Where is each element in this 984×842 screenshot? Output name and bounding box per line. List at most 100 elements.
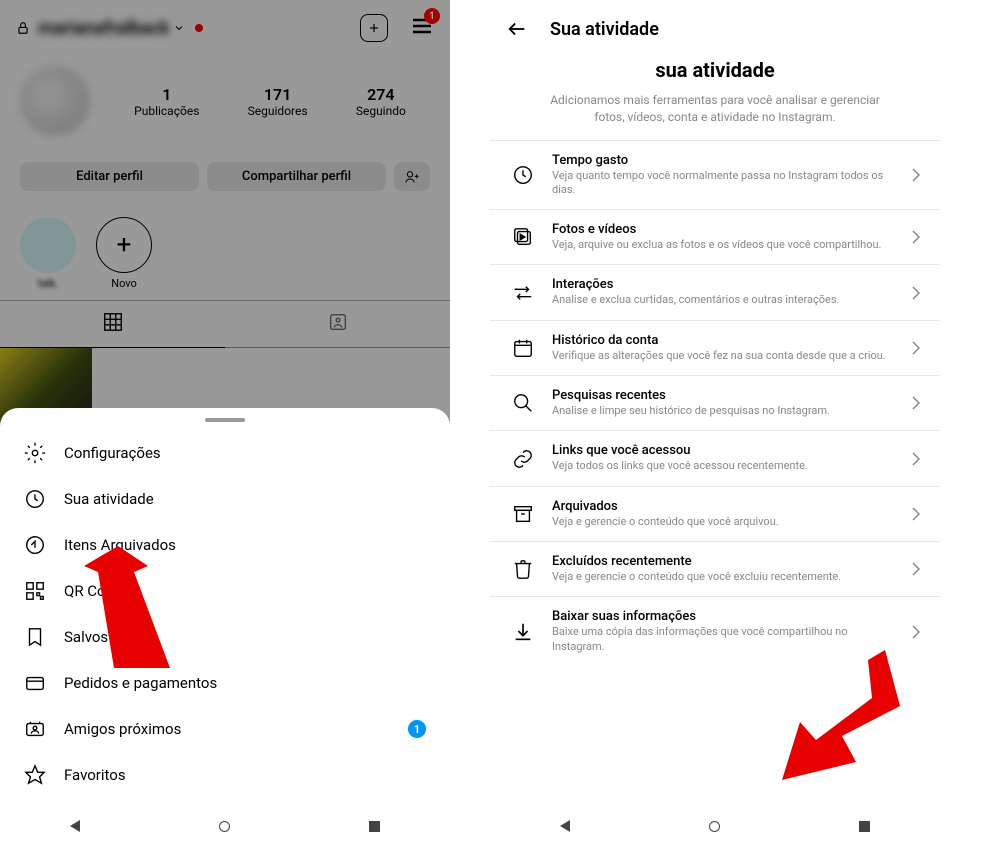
stat-posts[interactable]: 1Publicações bbox=[134, 85, 199, 118]
search-icon bbox=[510, 390, 536, 416]
sheet-item-amigos-próximos[interactable]: Amigos próximos 1 bbox=[0, 706, 450, 752]
activity-subtitle: Veja e gerencie o conteúdo que você arqu… bbox=[552, 515, 896, 529]
activity-item-fotos-e-vídeos[interactable]: Fotos e vídeosVeja, arquive ou exclua as… bbox=[490, 209, 940, 264]
activity-subtitle: Analise e limpe seu histórico de pesquis… bbox=[552, 404, 896, 418]
left-phone: marianafralback 1 1Publicações 171Seguid… bbox=[0, 0, 450, 842]
sheet-item-label: Pedidos e pagamentos bbox=[64, 674, 217, 692]
sheet-item-sua-atividade[interactable]: Sua atividade bbox=[0, 476, 450, 522]
qr-icon bbox=[24, 580, 46, 602]
red-dot bbox=[195, 24, 203, 32]
activity-subtitle: Analise e exclua curtidas, comentários e… bbox=[552, 293, 896, 307]
android-nav bbox=[0, 810, 450, 842]
nav-recent[interactable] bbox=[369, 821, 380, 832]
activity-item-excluídos-recentemente[interactable]: Excluídos recentementeVeja e gerencie o … bbox=[490, 541, 940, 596]
activity-title: Tempo gasto bbox=[552, 153, 896, 168]
activity-item-histórico-da-conta[interactable]: Histórico da contaVerifique as alteraçõe… bbox=[490, 320, 940, 375]
page-title: Sua atividade bbox=[550, 19, 659, 40]
story-new-button[interactable]: + Novo bbox=[96, 217, 152, 290]
chevron-down-icon[interactable] bbox=[173, 22, 185, 34]
activity-header: Sua atividade bbox=[490, 0, 940, 58]
activity-title: Pesquisas recentes bbox=[552, 388, 896, 403]
people-icon bbox=[24, 718, 46, 740]
arrows-icon bbox=[510, 280, 536, 306]
sheet-item-label: Salvos bbox=[64, 628, 108, 646]
edit-profile-button[interactable]: Editar perfil bbox=[20, 162, 199, 191]
android-nav bbox=[490, 810, 940, 842]
nav-back[interactable] bbox=[560, 820, 570, 832]
sheet-handle[interactable] bbox=[205, 418, 245, 422]
nav-home[interactable] bbox=[709, 821, 720, 832]
chevron-right-icon bbox=[912, 562, 920, 576]
card-icon bbox=[24, 672, 46, 694]
sheet-item-configurações[interactable]: Configurações bbox=[0, 430, 450, 476]
sheet-badge: 1 bbox=[408, 720, 426, 738]
activity-item-tempo-gasto[interactable]: Tempo gastoVeja quanto tempo você normal… bbox=[490, 140, 940, 210]
activity-title: Histórico da conta bbox=[552, 333, 896, 348]
sheet-item-label: Amigos próximos bbox=[64, 720, 181, 738]
story-highlight-item[interactable]: talk. bbox=[20, 217, 76, 290]
chevron-right-icon bbox=[912, 396, 920, 410]
bottom-sheet: Configurações Sua atividade Itens Arquivad… bbox=[0, 408, 450, 808]
archive-icon bbox=[24, 534, 46, 556]
nav-back[interactable] bbox=[70, 820, 80, 832]
activity-item-interações[interactable]: InteraçõesAnalise e exclua curtidas, com… bbox=[490, 264, 940, 319]
sheet-item-label: Configurações bbox=[64, 444, 161, 462]
clock-icon bbox=[510, 162, 536, 188]
chevron-right-icon bbox=[912, 625, 920, 639]
activity-item-arquivados[interactable]: ArquivadosVeja e gerencie o conteúdo que… bbox=[490, 486, 940, 541]
clock-icon bbox=[24, 488, 46, 510]
nav-home[interactable] bbox=[219, 821, 230, 832]
sheet-item-label: Itens Arquivados bbox=[64, 536, 176, 554]
sheet-item-itens-arquivados[interactable]: Itens Arquivados bbox=[0, 522, 450, 568]
description: Adicionamos mais ferramentas para você a… bbox=[490, 82, 940, 140]
activity-title: Baixar suas informações bbox=[552, 609, 896, 624]
activity-title: Excluídos recentemente bbox=[552, 554, 896, 569]
gear-icon bbox=[24, 442, 46, 464]
sheet-item-qr-code[interactable]: QR Code bbox=[0, 568, 450, 614]
profile-tabs bbox=[0, 300, 450, 348]
sheet-item-label: Favoritos bbox=[64, 766, 126, 784]
stats: 1Publicações 171Seguidores 274Seguindo bbox=[110, 85, 430, 118]
back-arrow-icon[interactable] bbox=[506, 18, 528, 40]
sheet-item-label: Sua atividade bbox=[64, 490, 154, 508]
add-friends-button[interactable] bbox=[394, 162, 430, 191]
profile-stats-row: 1Publicações 171Seguidores 274Seguindo bbox=[0, 56, 450, 146]
link-icon bbox=[510, 446, 536, 472]
stat-following[interactable]: 274Seguindo bbox=[356, 85, 406, 118]
trash-icon bbox=[510, 556, 536, 582]
photos-icon bbox=[510, 224, 536, 250]
activity-title: Interações bbox=[552, 277, 896, 292]
avatar[interactable] bbox=[20, 66, 90, 136]
right-phone: Sua atividade sua atividade Adicionamos … bbox=[490, 0, 940, 842]
sheet-item-pedidos-e-pagamentos[interactable]: Pedidos e pagamentos bbox=[0, 660, 450, 706]
sheet-item-label: QR Code bbox=[64, 582, 122, 600]
calendar-icon bbox=[510, 335, 536, 361]
menu-button[interactable]: 1 bbox=[410, 14, 434, 42]
activity-subtitle: Veja quanto tempo você normalmente passa… bbox=[552, 169, 896, 198]
lock-icon bbox=[16, 21, 30, 35]
sheet-item-favoritos[interactable]: Favoritos bbox=[0, 752, 450, 798]
activity-subtitle: Veja e gerencie o conteúdo que você excl… bbox=[552, 570, 896, 584]
chevron-right-icon bbox=[912, 168, 920, 182]
tab-grid[interactable] bbox=[0, 301, 225, 348]
subtitle: sua atividade bbox=[490, 58, 940, 82]
share-profile-button[interactable]: Compartilhar perfil bbox=[207, 162, 386, 191]
star-icon bbox=[24, 764, 46, 786]
chevron-right-icon bbox=[912, 341, 920, 355]
username[interactable]: marianafralback bbox=[38, 18, 169, 39]
nav-recent[interactable] bbox=[859, 821, 870, 832]
activity-item-links-que-você-acessou[interactable]: Links que você acessouVeja todos os link… bbox=[490, 430, 940, 485]
activity-item-pesquisas-recentes[interactable]: Pesquisas recentesAnalise e limpe seu hi… bbox=[490, 375, 940, 430]
arrow-annotation bbox=[760, 650, 900, 780]
activity-subtitle: Baixe uma cópia das informações que você… bbox=[552, 625, 896, 654]
chevron-right-icon bbox=[912, 507, 920, 521]
activity-subtitle: Veja todos os links que você acessou rec… bbox=[552, 459, 896, 473]
tab-tagged[interactable] bbox=[225, 301, 450, 348]
story-highlights: talk. + Novo bbox=[0, 207, 450, 300]
sheet-item-salvos[interactable]: Salvos bbox=[0, 614, 450, 660]
chevron-right-icon bbox=[912, 230, 920, 244]
stat-followers[interactable]: 171Seguidores bbox=[248, 85, 308, 118]
activity-item-baixar-suas-informações[interactable]: Baixar suas informaçõesBaixe uma cópia d… bbox=[490, 596, 940, 666]
create-button[interactable] bbox=[360, 14, 388, 42]
profile-header: marianafralback 1 bbox=[0, 0, 450, 56]
